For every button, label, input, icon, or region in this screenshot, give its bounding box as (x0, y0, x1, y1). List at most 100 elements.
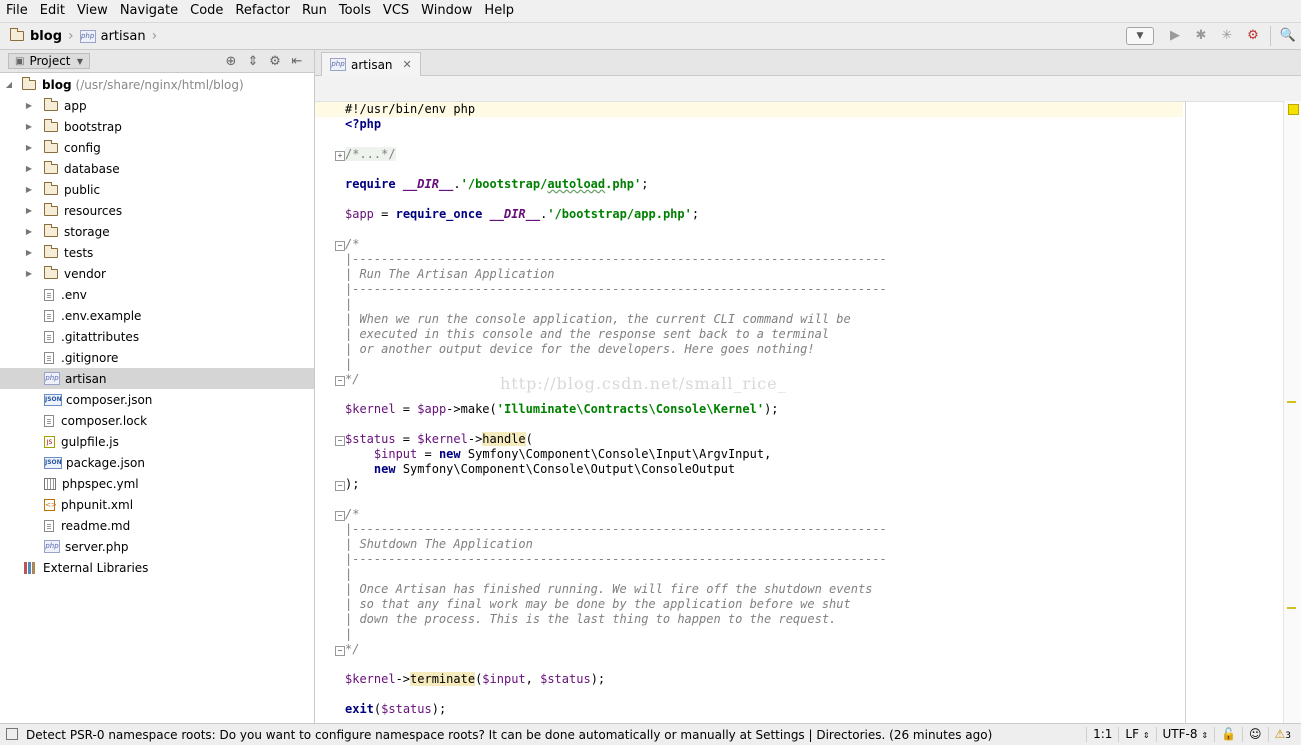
close-icon[interactable]: ✕ (403, 58, 412, 71)
run-config-dropdown[interactable]: ▼ (1126, 27, 1154, 45)
tree-file-package-json[interactable]: JSON package.json (0, 452, 314, 473)
coverage-icon[interactable]: ✳ (1216, 25, 1238, 47)
code-line-app[interactable]: $app = require_once __DIR__.'/bootstrap/… (345, 207, 699, 222)
fold-end-icon[interactable]: − (335, 646, 345, 656)
tree-file-dot-env-example[interactable]: .env.example (0, 305, 314, 326)
tree-folder-app[interactable]: ▶ app (0, 95, 314, 116)
caret-position[interactable]: 1:1 (1086, 727, 1118, 742)
menu-window[interactable]: Window (415, 0, 478, 22)
code-line-exit[interactable]: exit($status); (345, 702, 446, 717)
breadcrumb-project[interactable]: blog › (0, 23, 78, 49)
inspector-icon[interactable]: ☺ (1241, 727, 1268, 742)
comment-block-2-text: | so that any final work may be done by … (345, 597, 851, 611)
code-line-kernel-make[interactable]: $kernel = $app->make('Illuminate\Contrac… (345, 402, 779, 417)
collapsed-arrow-icon[interactable]: ▶ (24, 269, 34, 278)
tool-window-toggle-icon[interactable] (6, 728, 18, 740)
tree-file-gulpfile-js[interactable]: JS gulpfile.js (0, 431, 314, 452)
collapsed-arrow-icon[interactable]: ▶ (24, 185, 34, 194)
project-view-selector[interactable]: ▣ Project ▼ (8, 53, 90, 69)
collapsed-arrow-icon[interactable]: ▶ (24, 248, 34, 257)
run-icon[interactable]: ▶ (1164, 25, 1186, 47)
expanded-arrow-icon[interactable]: ◢ (4, 80, 14, 89)
tree-folder-resources[interactable]: ▶ resources (0, 200, 314, 221)
tree-file-dot-env[interactable]: .env (0, 284, 314, 305)
code-line-status-handle[interactable]: $status = $kernel->handle( (345, 432, 533, 447)
tree-file-dot-gitattributes[interactable]: .gitattributes (0, 326, 314, 347)
php-file-icon: php (44, 540, 60, 553)
debug-icon[interactable]: ✱ (1190, 25, 1212, 47)
code-line-require[interactable]: require __DIR__.'/bootstrap/autoload.php… (345, 177, 648, 192)
fold-collapse-icon[interactable]: − (335, 436, 345, 446)
lock-icon[interactable]: 🔓 (1214, 727, 1242, 742)
scroll-from-source-icon[interactable]: ⊕ (220, 54, 242, 69)
fold-collapse-icon[interactable]: − (335, 511, 345, 521)
menu-vcs[interactable]: VCS (377, 0, 415, 22)
breadcrumb-file[interactable]: php artisan › (78, 23, 162, 49)
collapsed-arrow-icon[interactable]: ▶ (24, 164, 34, 173)
menu-tools[interactable]: Tools (333, 0, 377, 22)
tree-file-artisan[interactable]: php artisan (0, 368, 314, 389)
tree-file-phpspec-yml[interactable]: phpspec.yml (0, 473, 314, 494)
tree-item-label: composer.json (66, 392, 153, 407)
tab-artisan[interactable]: php artisan ✕ (321, 52, 421, 76)
code-line-folded-comment[interactable]: /*...*/ (345, 147, 396, 162)
menu-navigate[interactable]: Navigate (114, 0, 184, 22)
error-stripe[interactable] (1283, 101, 1301, 723)
tree-folder-config[interactable]: ▶ config (0, 137, 314, 158)
menu-help[interactable]: Help (478, 0, 520, 22)
collapsed-arrow-icon[interactable]: ▶ (24, 227, 34, 236)
collapsed-arrow-icon[interactable]: ▶ (24, 101, 34, 110)
code-line-argv-input[interactable]: $input = new Symfony\Component\Console\I… (345, 447, 771, 462)
tree-file-readme-md[interactable]: readme.md (0, 515, 314, 536)
menu-file[interactable]: File (0, 0, 34, 22)
folder-icon (10, 28, 24, 41)
menu-refactor[interactable]: Refactor (229, 0, 296, 22)
collapsed-arrow-icon[interactable]: ▶ (24, 122, 34, 131)
code-editor[interactable]: http://blog.csdn.net/small_rice_ #!/usr/… (315, 76, 1301, 723)
code-line-2[interactable]: <?php (345, 117, 381, 132)
menu-view[interactable]: View (71, 0, 114, 22)
inspection-status-icon[interactable] (1288, 104, 1299, 115)
fold-end-icon[interactable]: − (335, 376, 345, 386)
tree-file-phpunit-xml[interactable]: <> phpunit.xml (0, 494, 314, 515)
status-message[interactable]: Detect PSR-0 namespace roots: Do you wan… (26, 728, 992, 742)
comment-block-2-bar: | (345, 627, 353, 641)
warning-marker[interactable] (1287, 607, 1296, 609)
phpunit-icon[interactable]: ⚙ (1242, 25, 1264, 47)
fold-end-icon[interactable]: − (335, 481, 345, 491)
tree-external-libraries[interactable]: External Libraries (0, 557, 314, 578)
fold-collapse-icon[interactable]: − (335, 241, 345, 251)
encoding-widget[interactable]: UTF-8 ⇕ (1155, 727, 1215, 742)
comment-block-1-bar: | (345, 297, 353, 311)
line-separator-widget[interactable]: LF ⇕ (1118, 727, 1155, 742)
search-icon[interactable]: 🔍 (1277, 25, 1299, 47)
menu-edit[interactable]: Edit (34, 0, 71, 22)
tree-folder-bootstrap[interactable]: ▶ bootstrap (0, 116, 314, 137)
tree-root[interactable]: ◢ blog (/usr/share/nginx/html/blog) (0, 74, 314, 95)
code-line-terminate[interactable]: $kernel->terminate($input, $status); (345, 672, 605, 687)
settings-gear-icon[interactable]: ⚙ (264, 54, 286, 69)
tree-folder-database[interactable]: ▶ database (0, 158, 314, 179)
tree-file-dot-gitignore[interactable]: .gitignore (0, 347, 314, 368)
menu-code[interactable]: Code (184, 0, 229, 22)
tree-folder-vendor[interactable]: ▶ vendor (0, 263, 314, 284)
code-line-1[interactable]: #!/usr/bin/env php (315, 102, 1183, 117)
collapsed-arrow-icon[interactable]: ▶ (24, 206, 34, 215)
fold-expand-icon[interactable]: + (335, 151, 345, 161)
tree-folder-tests[interactable]: ▶ tests (0, 242, 314, 263)
hide-panel-icon[interactable]: ⇤ (286, 54, 308, 69)
collapsed-arrow-icon[interactable]: ▶ (24, 143, 34, 152)
code-line-handle-close[interactable]: ); (345, 477, 359, 492)
tree-folder-public[interactable]: ▶ public (0, 179, 314, 200)
warning-marker[interactable] (1287, 401, 1296, 403)
tree-file-composer-lock[interactable]: composer.lock (0, 410, 314, 431)
tree-file-server-php[interactable]: php server.php (0, 536, 314, 557)
status-widgets: 1:1 LF ⇕ UTF-8 ⇕ 🔓 ☺ ⚠3 (1086, 724, 1297, 745)
menu-run[interactable]: Run (296, 0, 333, 22)
code-line-console-output[interactable]: new Symfony\Component\Console\Output\Con… (345, 462, 735, 477)
comment-block-2-open: /* (345, 507, 360, 521)
collapse-all-icon[interactable]: ⇕ (242, 54, 264, 69)
tree-folder-storage[interactable]: ▶ storage (0, 221, 314, 242)
tree-file-composer-json[interactable]: JSON composer.json (0, 389, 314, 410)
event-log-widget[interactable]: ⚠3 (1267, 727, 1298, 742)
